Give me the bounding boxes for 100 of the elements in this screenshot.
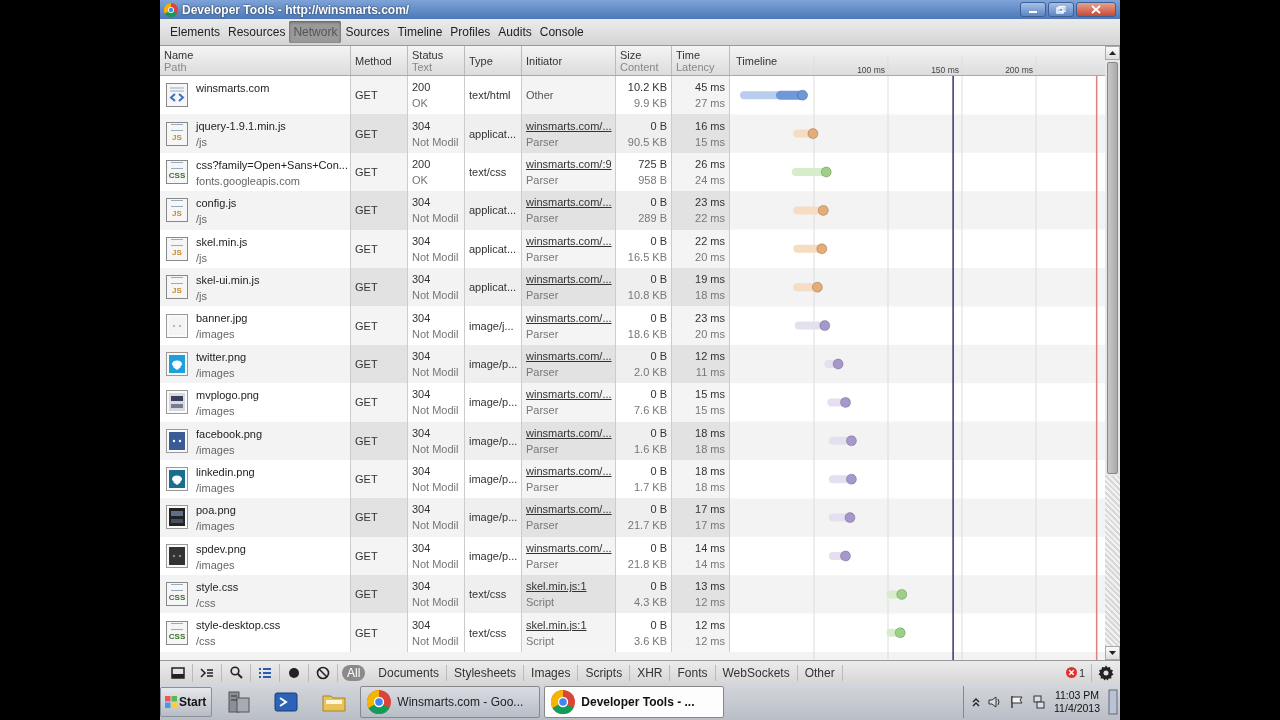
panel-tab[interactable]: Audits [494, 21, 536, 43]
latency-text: 15 ms [695, 135, 725, 148]
latency-text: 18 ms [695, 481, 725, 494]
taskbar-button[interactable]: Winsmarts.com - Goo... [360, 685, 541, 718]
size-text: 0 B [650, 119, 667, 132]
type-text: image/p... [469, 396, 518, 409]
initiator-link[interactable]: winsmarts.com/... [526, 234, 611, 247]
column-header[interactable]: Timeline [736, 55, 778, 67]
status-text: Not Modil [412, 442, 460, 455]
scroll-up-button[interactable] [1105, 46, 1120, 60]
file-name: css?family=Open+Sans+Con... [196, 158, 346, 171]
time-text: 45 ms [695, 81, 725, 94]
start-button[interactable]: Start [160, 686, 213, 717]
method-text: GET [355, 319, 378, 332]
initiator-link[interactable]: winsmarts.com/... [526, 196, 611, 209]
script-file-icon: JS [166, 121, 188, 146]
file-path: /css [196, 597, 217, 610]
column-header[interactable]: Status Text [408, 46, 465, 75]
initiator-link[interactable]: winsmarts.com/... [526, 119, 611, 132]
status-code: 304 [412, 541, 432, 554]
taskbar-button[interactable]: Developer Tools - ... [544, 685, 725, 718]
file-path: /images [196, 405, 236, 418]
initiator-link[interactable]: winsmarts.com/... [526, 541, 611, 554]
clock-time[interactable]: 11:03 PM [1054, 688, 1100, 702]
status-code: 304 [412, 349, 432, 362]
scrollbar-thumb[interactable] [1107, 62, 1118, 474]
up-arrow-icon [1109, 51, 1116, 55]
close-button[interactable] [1076, 2, 1116, 17]
column-header[interactable]: Size Content [616, 46, 672, 75]
initiator-link[interactable]: winsmarts.com/... [526, 273, 611, 286]
filter-button[interactable]: Other [797, 664, 843, 681]
column-header[interactable]: Name Path [160, 46, 351, 75]
panel-tab[interactable]: Resources [224, 21, 290, 43]
chevron-up-icon[interactable] [972, 696, 981, 707]
type-text: applicat... [469, 127, 517, 140]
dock-icon [171, 666, 185, 679]
filter-button[interactable]: Images [524, 664, 579, 681]
filter-button[interactable]: Scripts [578, 664, 631, 681]
status-code: 200 [412, 81, 432, 94]
initiator-link[interactable]: winsmarts.com/... [526, 503, 611, 516]
content-size-text: 3.6 KB [633, 634, 667, 647]
time-text: 13 ms [695, 580, 725, 593]
script-file-icon: JS [166, 275, 188, 300]
restore-button[interactable] [1048, 2, 1074, 17]
chrome-icon [367, 689, 392, 714]
file-name: winsmarts.com [196, 82, 270, 94]
panel-tab[interactable]: Console [535, 21, 588, 43]
filter-button[interactable]: WebSockets [715, 664, 798, 681]
initiator-text: Parser [526, 442, 560, 455]
scroll-down-button[interactable] [1105, 646, 1120, 660]
panel-tab[interactable]: Profiles [446, 21, 495, 43]
flag-icon[interactable] [1010, 694, 1025, 709]
initiator-link[interactable]: skel.min.js:1 [526, 618, 611, 631]
time-text: 22 ms [695, 234, 725, 247]
column-header[interactable]: Method [351, 46, 408, 75]
initiator-link[interactable]: winsmarts.com/... [526, 388, 611, 401]
time-text: 26 ms [695, 157, 725, 170]
status-text: Not Modil [412, 596, 460, 609]
timeline-bar [886, 627, 906, 639]
method-text: GET [355, 434, 378, 447]
initiator-link[interactable]: winsmarts.com/... [526, 426, 611, 439]
minimize-button[interactable] [1020, 2, 1046, 17]
initiator-link[interactable]: winsmarts.com/:9 [526, 157, 611, 170]
size-text: 0 B [650, 503, 667, 516]
file-path: fonts.googleapis.com [196, 174, 301, 187]
method-text: GET [355, 127, 378, 140]
filter-button[interactable]: Documents [371, 664, 448, 681]
initiator-link[interactable]: winsmarts.com/... [526, 349, 611, 362]
clock-date[interactable]: 11/4/2013 [1054, 701, 1100, 715]
panel-tab[interactable]: Elements [166, 21, 225, 43]
window-title: Developer Tools - http://winsmarts.com/ [182, 2, 410, 17]
column-header[interactable]: Type [465, 46, 522, 75]
panel-tab[interactable]: Timeline [393, 21, 447, 43]
stylesheet-file-icon: CSS [166, 620, 188, 645]
filter-button[interactable]: Stylesheets [447, 664, 525, 681]
content-size-text: 1.6 KB [633, 442, 667, 455]
initiator-link[interactable]: winsmarts.com/... [526, 465, 611, 478]
column-header[interactable]: Initiator [522, 46, 616, 75]
size-text: 0 B [650, 349, 667, 362]
script-file-icon: JS [166, 236, 188, 261]
filter-button[interactable]: XHR [630, 664, 671, 681]
error-count[interactable]: 1 [1078, 666, 1085, 679]
filter-button[interactable]: Fonts [670, 664, 716, 681]
content-size-text: 289 B [638, 212, 667, 225]
panel-tab[interactable]: Sources [341, 21, 394, 43]
content-size-text: 16.5 KB [627, 250, 667, 263]
status-code: 304 [412, 273, 432, 286]
stylesheet-file-icon: CSS [166, 582, 188, 607]
network-icon[interactable] [1032, 694, 1047, 709]
initiator-link[interactable]: winsmarts.com/... [526, 311, 611, 324]
initiator-text: Parser [526, 135, 560, 148]
chrome-icon [164, 2, 178, 17]
latency-text: 22 ms [695, 212, 725, 225]
initiator-link[interactable]: skel.min.js:1 [526, 580, 611, 593]
content-size-text: 21.7 KB [627, 519, 667, 532]
type-text: text/css [469, 588, 507, 601]
speaker-icon[interactable] [988, 694, 1003, 709]
content-size-text: 4.3 KB [633, 596, 667, 609]
stylesheet-file-icon: CSS [166, 159, 188, 184]
latency-text: 27 ms [695, 97, 725, 110]
